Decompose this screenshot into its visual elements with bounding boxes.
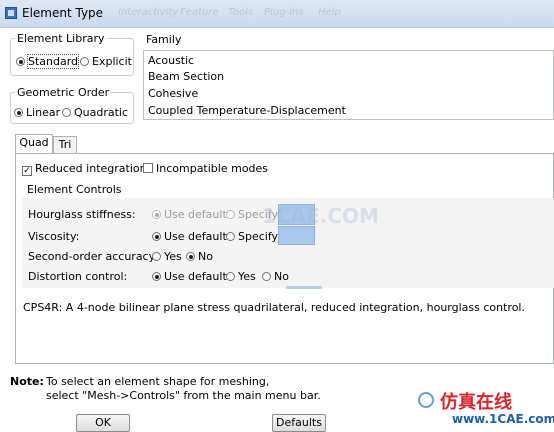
ok-label: OK: [95, 416, 111, 429]
radio-indicator: [262, 272, 271, 281]
radio-indicator: [16, 57, 25, 66]
viscosity-specify-radio[interactable]: Specify: [226, 230, 278, 243]
radio-indicator: [226, 232, 235, 241]
note-line-2: select "Mesh->Controls" from the main me…: [46, 389, 321, 402]
distortion-use-default-label: Use default: [164, 270, 227, 283]
ghost-menu-item: Interactivity: [118, 7, 179, 18]
distortion-no-label: No: [274, 270, 289, 283]
second-order-label: Second-order accuracy:: [28, 250, 159, 263]
hourglass-use-default-label: Use default: [164, 208, 227, 221]
family-list[interactable]: Acoustic Beam Section Cohesive Coupled T…: [143, 50, 554, 120]
radio-indicator: [226, 210, 235, 219]
radio-indicator: [152, 252, 161, 261]
hourglass-label: Hourglass stiffness:: [28, 208, 136, 221]
ghost-menu-item: Plug-ins: [264, 7, 304, 18]
viscosity-label: Viscosity:: [28, 230, 80, 243]
explicit-radio[interactable]: Explicit: [80, 55, 132, 68]
title-bar: Element Type Interactivity Feature Tools…: [0, 0, 554, 28]
ghost-menu-item: Tools: [228, 7, 254, 18]
geometric-order-label: Geometric Order: [15, 86, 112, 99]
reduced-integration-checkbox[interactable]: ✓ Reduced integration: [22, 162, 147, 176]
distortion-use-default-radio[interactable]: Use default: [152, 270, 227, 283]
viscosity-specify-label: Specify: [238, 230, 279, 243]
distortion-yes-label: Yes: [238, 270, 256, 283]
element-library-label: Element Library: [15, 32, 107, 45]
defaults-label: Defaults: [276, 416, 322, 429]
note-line-1: To select an element shape for meshing,: [46, 375, 270, 388]
tab-tri-label: Tri: [58, 138, 72, 151]
checkbox-indicator: ✓: [22, 166, 32, 176]
radio-indicator: [226, 272, 235, 281]
watermark-site: www.1CAE.com: [452, 412, 554, 426]
ghost-menu-item: Feature: [180, 7, 219, 18]
radio-indicator: [186, 252, 195, 261]
ghost-menu-item: Help: [318, 7, 341, 18]
element-controls-label: Element Controls: [25, 183, 124, 196]
app-icon: [5, 7, 17, 19]
family-item-cohesive[interactable]: Cohesive: [148, 87, 198, 100]
family-item-coupled-temp-disp[interactable]: Coupled Temperature-Displacement: [148, 104, 346, 117]
family-item-acoustic[interactable]: Acoustic: [148, 54, 194, 67]
radio-indicator: [80, 57, 89, 66]
radio-indicator: [152, 210, 161, 219]
family-label: Family: [146, 33, 182, 46]
distortion-label: Distortion control:: [28, 270, 128, 283]
checkbox-indicator: [143, 163, 153, 173]
watermark-center: 1CAE.COM: [262, 204, 379, 228]
element-description: CPS4R: A 4-node bilinear plane stress qu…: [23, 301, 525, 314]
second-order-no-label: No: [198, 250, 213, 263]
reduced-integration-label: Reduced integration: [35, 162, 147, 175]
second-order-no-radio[interactable]: No: [186, 250, 213, 263]
radio-indicator: [14, 108, 23, 117]
tab-quad[interactable]: Quad: [15, 134, 53, 154]
watermark-logo-icon: [418, 392, 434, 408]
standard-radio[interactable]: Standard: [16, 54, 80, 69]
radio-indicator: [62, 108, 71, 117]
second-order-yes-radio[interactable]: Yes: [152, 250, 182, 263]
distortion-no-radio[interactable]: No: [262, 270, 289, 283]
family-item-beam-section[interactable]: Beam Section: [148, 70, 224, 83]
note-label: Note:: [10, 375, 44, 388]
hourglass-use-default-radio[interactable]: Use default: [152, 208, 227, 221]
ok-button[interactable]: OK: [76, 414, 130, 432]
second-order-yes-label: Yes: [164, 250, 182, 263]
radio-indicator: [152, 232, 161, 241]
incompatible-modes-checkbox[interactable]: Incompatible modes: [143, 162, 268, 175]
linear-radio[interactable]: Linear: [14, 106, 60, 119]
viscosity-use-default-label: Use default: [164, 230, 227, 243]
tab-tri[interactable]: Tri: [53, 136, 77, 154]
viscosity-value-field[interactable]: [278, 226, 315, 245]
radio-indicator: [152, 272, 161, 281]
watermark-brand: 仿真在线: [440, 392, 512, 413]
quadratic-radio[interactable]: Quadratic: [62, 106, 128, 119]
explicit-label: Explicit: [92, 55, 132, 68]
standard-label: Standard: [26, 54, 80, 69]
quadratic-label: Quadratic: [74, 106, 129, 119]
defaults-button[interactable]: Defaults: [272, 414, 326, 432]
distortion-value-field[interactable]: [286, 286, 322, 289]
distortion-yes-radio[interactable]: Yes: [226, 270, 256, 283]
viscosity-use-default-radio[interactable]: Use default: [152, 230, 227, 243]
window-title: Element Type: [22, 6, 104, 20]
tab-quad-label: Quad: [19, 136, 49, 149]
linear-label: Linear: [26, 106, 61, 119]
incompatible-modes-label: Incompatible modes: [156, 162, 269, 175]
